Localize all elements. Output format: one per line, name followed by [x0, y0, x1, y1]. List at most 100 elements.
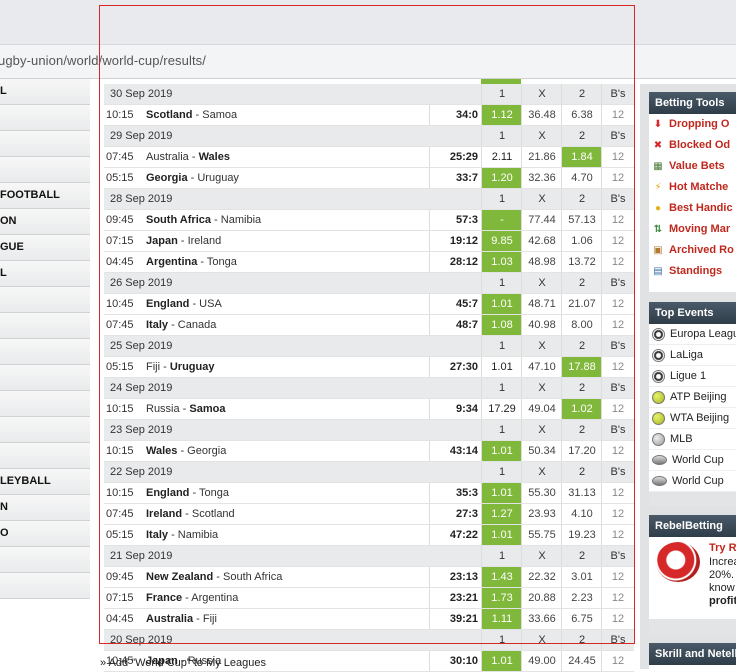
home-team[interactable]: Scotland	[146, 109, 192, 121]
home-team[interactable]: Italy	[146, 529, 168, 541]
sport-menu-item[interactable]	[0, 131, 90, 157]
odds-home[interactable]: 1.01	[481, 651, 522, 671]
away-team[interactable]: Namibia	[178, 529, 218, 541]
away-team[interactable]: USA	[199, 298, 222, 310]
match-row[interactable]: 10:15 Scotland - Samoa 34:0 1.12 36.48 6.38 12	[104, 105, 634, 126]
sport-menu-item[interactable]	[0, 157, 90, 183]
away-team[interactable]: Ireland	[188, 235, 222, 247]
odds-draw[interactable]: 42.68	[521, 231, 562, 251]
sport-menu-item[interactable]: N	[0, 495, 90, 521]
home-team[interactable]: England	[146, 298, 189, 310]
home-team[interactable]: Wales	[146, 445, 177, 457]
sport-menu-item[interactable]: L	[0, 261, 90, 287]
away-team[interactable]: Georgia	[187, 445, 226, 457]
top-event-link[interactable]: MLB	[649, 429, 736, 450]
odds-draw[interactable]: 33.66	[521, 609, 562, 629]
odds-draw[interactable]: 48.71	[521, 294, 562, 314]
odds-away[interactable]: 4.70	[561, 168, 602, 188]
odds-draw[interactable]: 32.36	[521, 168, 562, 188]
odds-away[interactable]: 4.10	[561, 504, 602, 524]
odds-draw[interactable]: 49.00	[521, 651, 562, 671]
match-name-link[interactable]: New Zealand - South Africa	[146, 567, 282, 587]
away-team[interactable]: Uruguay	[170, 361, 215, 373]
odds-home[interactable]: 1.27	[481, 504, 522, 524]
odds-away[interactable]: 6.75	[561, 609, 602, 629]
match-name-link[interactable]: Italy - Canada	[146, 315, 216, 335]
match-name-link[interactable]: Japan - Ireland	[146, 231, 221, 251]
match-row[interactable]: 05:15 Fiji - Uruguay 27:30 1.01 47.10 17.88 12	[104, 357, 634, 378]
odds-away[interactable]: 31.13	[561, 483, 602, 503]
top-event-link[interactable]: LaLiga	[649, 345, 736, 366]
odds-away[interactable]: 19.23	[561, 525, 602, 545]
away-team[interactable]: Argentina	[191, 592, 238, 604]
match-row[interactable]: 05:15 Italy - Namibia 47:22 1.01 55.75 19.23 1…	[104, 525, 634, 546]
match-name-link[interactable]: Ireland - Scotland	[146, 504, 235, 524]
match-row[interactable]: 07:45 Italy - Canada 48:7 1.08 40.98 8.00 12	[104, 315, 634, 336]
match-row[interactable]: 10:15 Wales - Georgia 43:14 1.01 50.34 17.20 1…	[104, 441, 634, 462]
odds-draw[interactable]: 48.98	[521, 252, 562, 272]
odds-home[interactable]: 1.01	[481, 483, 522, 503]
sport-menu-item[interactable]: O	[0, 521, 90, 547]
odds-draw[interactable]: 21.86	[521, 147, 562, 167]
odds-away[interactable]: 1.02	[561, 399, 602, 419]
betting-tool-link[interactable]: ▣ Archived Ro	[649, 240, 736, 261]
odds-home[interactable]: 9.85	[481, 231, 522, 251]
odds-away[interactable]: 57.13	[561, 210, 602, 230]
odds-home[interactable]: 17.29	[481, 399, 522, 419]
home-team[interactable]: South Africa	[146, 214, 211, 226]
sport-menu-item[interactable]	[0, 365, 90, 391]
match-row[interactable]: 10:15 Russia - Samoa 9:34 17.29 49.04 1.02 12	[104, 399, 634, 420]
top-event-link[interactable]: ATP Beijing	[649, 387, 736, 408]
match-row[interactable]: 10:15 England - Tonga 35:3 1.01 55.30 31.13 12	[104, 483, 634, 504]
top-event-link[interactable]: World Cup	[649, 450, 736, 471]
betting-tool-label[interactable]: Blocked Od	[669, 139, 730, 151]
odds-away[interactable]: 3.01	[561, 567, 602, 587]
betting-tool-link[interactable]: ⚡ Hot Matche	[649, 177, 736, 198]
away-team[interactable]: Tonga	[199, 487, 229, 499]
betting-tool-label[interactable]: Hot Matche	[669, 181, 728, 193]
top-event-link[interactable]: World Cup	[649, 471, 736, 492]
odds-draw[interactable]: 55.75	[521, 525, 562, 545]
match-row[interactable]: 04:45 Argentina - Tonga 28:12 1.03 48.98 13.7…	[104, 252, 634, 273]
sport-menu-item[interactable]	[0, 443, 90, 469]
betting-tool-link[interactable]: ⇅ Moving Mar	[649, 219, 736, 240]
home-team[interactable]: France	[146, 592, 182, 604]
match-name-link[interactable]: Australia - Wales	[146, 147, 230, 167]
odds-draw[interactable]: 23.93	[521, 504, 562, 524]
sport-menu-item[interactable]: ON	[0, 209, 90, 235]
sport-menu-item[interactable]	[0, 417, 90, 443]
top-event-label[interactable]: World Cup	[672, 475, 724, 487]
odds-home[interactable]: 1.11	[481, 609, 522, 629]
top-event-link[interactable]: Ligue 1	[649, 366, 736, 387]
odds-away[interactable]: 6.38	[561, 105, 602, 125]
home-team[interactable]: Russia	[146, 403, 180, 415]
match-name-link[interactable]: Russia - Samoa	[146, 399, 225, 419]
odds-home[interactable]: 1.03	[481, 252, 522, 272]
betting-tool-link[interactable]: ▦ Value Bets	[649, 156, 736, 177]
odds-home[interactable]: 1.01	[481, 357, 522, 377]
url-text[interactable]: ugby-union/world/world-cup/results/	[0, 53, 206, 68]
top-event-label[interactable]: Europa Leagu	[670, 328, 736, 340]
betting-tool-label[interactable]: Best Handic	[669, 202, 733, 214]
odds-away[interactable]: 1.06	[561, 231, 602, 251]
match-name-link[interactable]: Fiji - Uruguay	[146, 357, 214, 377]
address-bar[interactable]: ugby-union/world/world-cup/results/	[0, 44, 736, 79]
sport-menu-item[interactable]	[0, 547, 90, 573]
top-event-label[interactable]: LaLiga	[670, 349, 703, 361]
odds-draw[interactable]: 36.48	[521, 105, 562, 125]
betting-tool-label[interactable]: Value Bets	[669, 160, 725, 172]
odds-draw[interactable]: 55.30	[521, 483, 562, 503]
odds-away[interactable]: 2.23	[561, 588, 602, 608]
home-team[interactable]: Australia	[146, 151, 189, 163]
betting-tool-link[interactable]: ● Best Handic	[649, 198, 736, 219]
match-name-link[interactable]: Scotland - Samoa	[146, 105, 237, 125]
away-team[interactable]: South Africa	[223, 571, 282, 583]
away-team[interactable]: Samoa	[189, 403, 225, 415]
match-row[interactable]: 07:45 Ireland - Scotland 27:3 1.27 23.93 4.10…	[104, 504, 634, 525]
betting-tool-label[interactable]: Dropping O	[669, 118, 730, 130]
odds-away[interactable]: 17.88	[561, 357, 602, 377]
sport-menu-item[interactable]	[0, 105, 90, 131]
odds-home[interactable]: 1.08	[481, 315, 522, 335]
betting-tool-link[interactable]: ⬇ Dropping O	[649, 114, 736, 135]
top-event-label[interactable]: MLB	[670, 433, 693, 445]
